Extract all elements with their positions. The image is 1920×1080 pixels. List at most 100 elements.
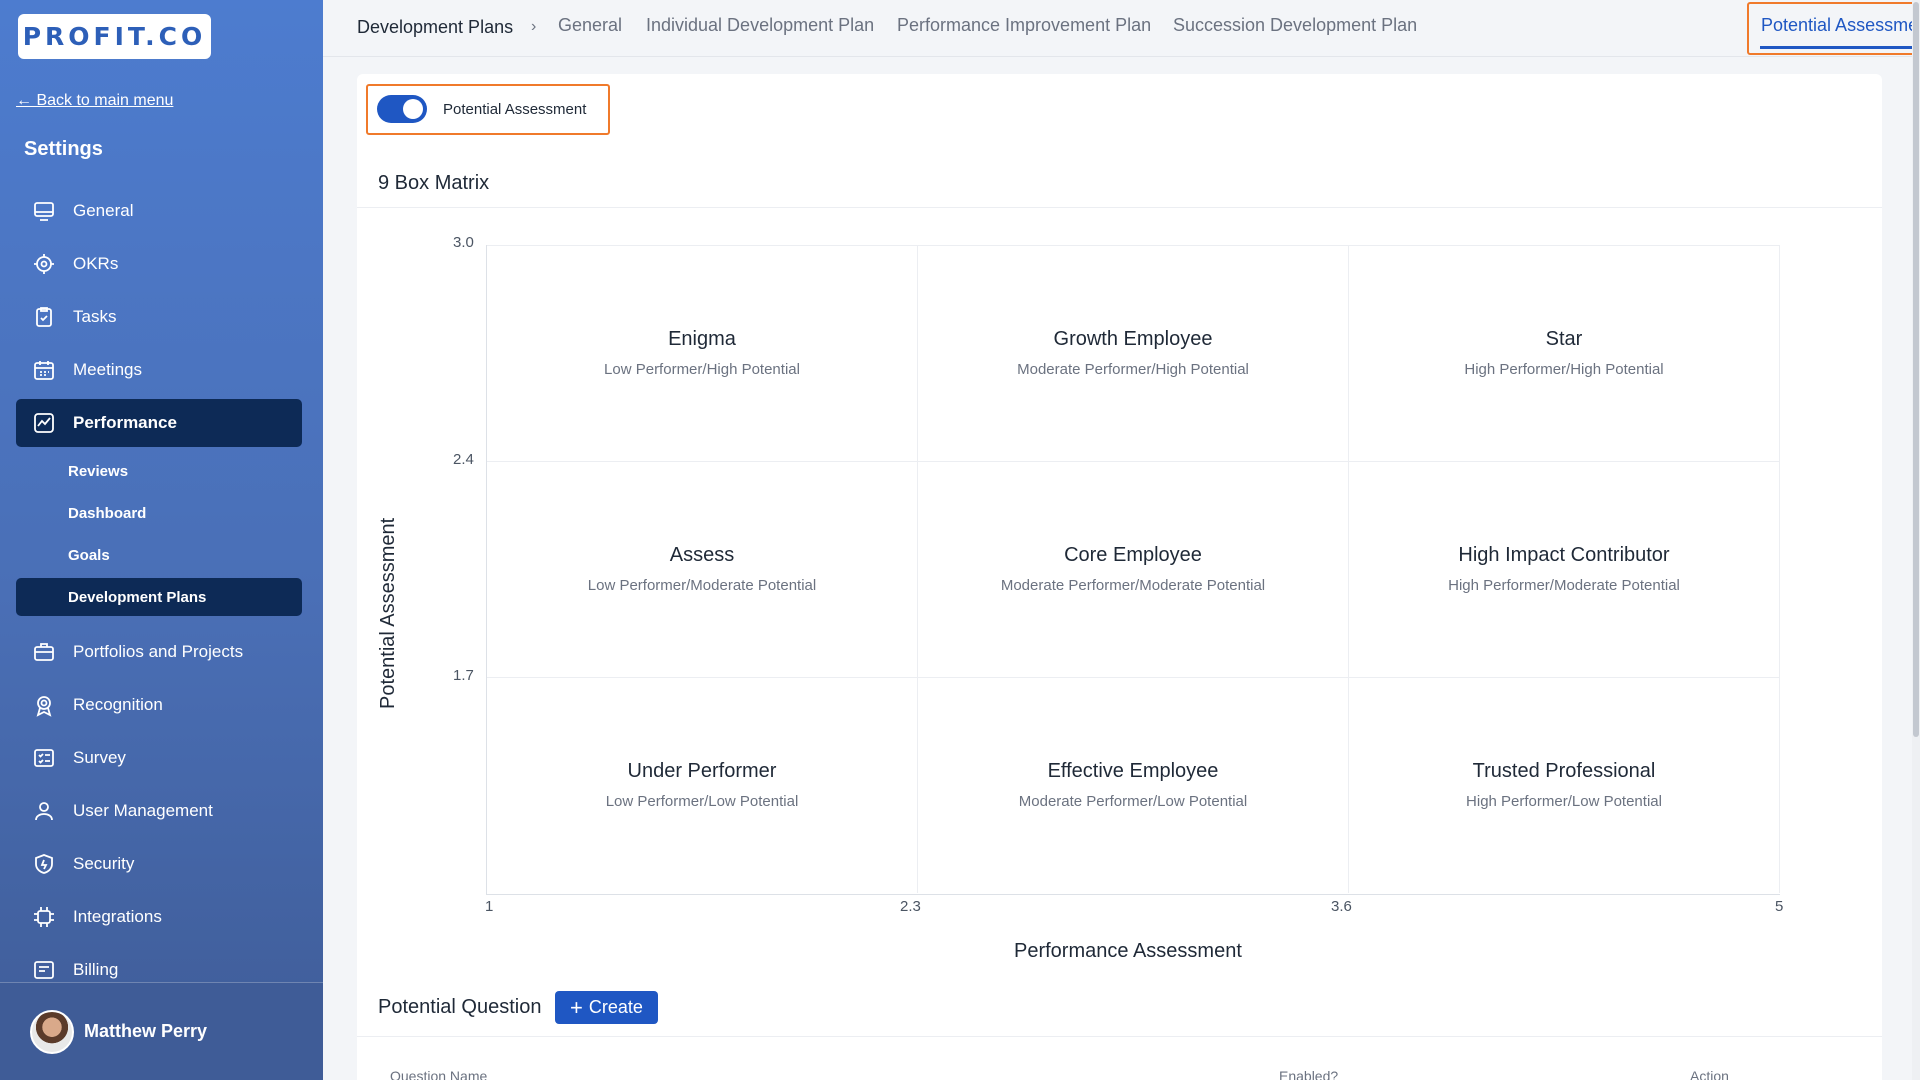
nine-box-matrix: Enigma Low Performer/High Potential Grow… (486, 245, 1780, 895)
create-button-label: Create (588, 997, 643, 1017)
clipboard-check-icon (32, 305, 56, 329)
sidebar-item-recognition[interactable]: Recognition (16, 681, 302, 729)
scrollbar-thumb[interactable] (1913, 2, 1919, 737)
user-profile-bar[interactable]: Matthew Perry (0, 982, 323, 1080)
nav-gap (16, 620, 302, 628)
x-tick: 3.6 (1331, 898, 1352, 915)
page-scrollbar[interactable] (1912, 0, 1920, 1080)
breadcrumb[interactable]: Development Plans (357, 17, 513, 38)
cell-title: Trusted Professional (1472, 760, 1656, 782)
y-tick: 3.0 (453, 234, 474, 251)
active-tab-underline (1760, 46, 1920, 49)
sidebar-item-label: Performance (73, 413, 177, 432)
sidebar-subitem-development-plans[interactable]: Development Plans (16, 578, 302, 616)
y-tick: 2.4 (453, 451, 474, 468)
tab-succession-development-plan[interactable]: Succession Development Plan (1173, 15, 1417, 36)
sidebar-item-label: Tasks (73, 307, 117, 326)
matrix-cell-trusted-professional[interactable]: Trusted Professional High Performer/Low … (1349, 677, 1780, 893)
cell-subtitle: Low Performer/High Potential (604, 361, 800, 378)
sidebar-item-label: Billing (73, 960, 119, 979)
cell-title: Under Performer (627, 760, 777, 782)
x-axis-label: Performance Assessment (1014, 940, 1242, 962)
sidebar-item-label: Meetings (73, 360, 142, 379)
sidebar-item-okrs[interactable]: OKRs (16, 240, 302, 288)
column-header-action[interactable]: Action (1690, 1068, 1729, 1080)
toggle-label: Potential Assessment (443, 101, 587, 118)
x-tick: 2.3 (900, 898, 921, 915)
sidebar-item-label: Survey (73, 748, 126, 767)
sidebar-item-label: Integrations (73, 907, 162, 926)
cell-title: Star (1545, 328, 1583, 350)
monitor-icon (32, 199, 56, 223)
chart-line-icon (32, 411, 56, 435)
matrix-cell-enigma[interactable]: Enigma Low Performer/High Potential (487, 245, 918, 461)
sidebar-item-user-management[interactable]: User Management (16, 787, 302, 835)
sidebar-item-meetings[interactable]: Meetings (16, 346, 302, 394)
sidebar-item-general[interactable]: General (16, 187, 302, 235)
cell-title: High Impact Contributor (1458, 544, 1670, 566)
cell-title: Core Employee (1064, 544, 1202, 566)
briefcase-icon (32, 640, 56, 664)
column-header-enabled[interactable]: Enabled? (1279, 1068, 1338, 1080)
user-name: Matthew Perry (84, 1021, 208, 1041)
potential-assessment-toggle[interactable] (377, 95, 427, 123)
user-icon (32, 799, 56, 823)
badge-icon (32, 693, 56, 717)
sidebar-item-tasks[interactable]: Tasks (16, 293, 302, 341)
cell-subtitle: Moderate Performer/Moderate Potential (1000, 577, 1266, 594)
potential-assessment-card: Potential Assessment 9 Box Matrix 3.0 2.… (357, 74, 1882, 1080)
cell-subtitle: Low Performer/Low Potential (605, 793, 799, 810)
breadcrumb-chevron-icon: › (531, 18, 537, 35)
cell-title: Growth Employee (1053, 328, 1213, 350)
matrix-cell-star[interactable]: Star High Performer/High Potential (1349, 245, 1780, 461)
plus-icon: + (570, 994, 583, 1020)
section-divider (357, 1036, 1882, 1037)
sidebar-item-survey[interactable]: Survey (16, 734, 302, 782)
sidebar-subitem-dashboard[interactable]: Dashboard (16, 494, 302, 532)
sidebar-item-portfolios-and-projects[interactable]: Portfolios and Projects (16, 628, 302, 676)
tab-performance-improvement-plan[interactable]: Performance Improvement Plan (897, 15, 1151, 36)
matrix-cell-effective-employee[interactable]: Effective Employee Moderate Performer/Lo… (918, 677, 1349, 893)
survey-icon (32, 746, 56, 770)
profit-co-logo: PROFIT.CO (18, 14, 211, 59)
sidebar-item-security[interactable]: Security (16, 840, 302, 888)
sidebar-subitem-goals[interactable]: Goals (16, 536, 302, 574)
sidebar-item-label: OKRs (73, 254, 119, 273)
sidebar-item-performance[interactable]: Performance (16, 399, 302, 447)
tab-general[interactable]: General (558, 15, 622, 36)
sidebar: PROFIT.CO ← Back to main menu Settings G… (0, 0, 323, 1080)
cell-subtitle: Moderate Performer/High Potential (1017, 361, 1249, 378)
sidebar-subitem-reviews[interactable]: Reviews (16, 452, 302, 490)
matrix-cell-core-employee[interactable]: Core Employee Moderate Performer/Moderat… (918, 461, 1349, 677)
matrix-cell-high-impact-contributor[interactable]: High Impact Contributor High Performer/M… (1349, 461, 1780, 677)
settings-title: Settings (24, 138, 103, 160)
cell-subtitle: High Performer/Moderate Potential (1448, 577, 1680, 594)
y-axis-label: Potential Assessment (377, 517, 399, 709)
back-to-main-menu-link[interactable]: ← Back to main menu (16, 92, 173, 110)
matrix-cell-assess[interactable]: Assess Low Performer/Moderate Potential (487, 461, 918, 677)
matrix-title: 9 Box Matrix (378, 172, 490, 194)
cell-subtitle: Moderate Performer/Low Potential (1018, 793, 1248, 810)
settings-nav: General OKRs Tasks Meetings Performance (16, 187, 302, 999)
sidebar-item-integrations[interactable]: Integrations (16, 893, 302, 941)
billing-icon (32, 958, 56, 982)
sidebar-item-label: Security (73, 854, 135, 873)
sidebar-item-label: Recognition (73, 695, 163, 714)
tab-individual-development-plan[interactable]: Individual Development Plan (646, 15, 874, 36)
cell-subtitle: Low Performer/Moderate Potential (587, 577, 817, 594)
tab-potential-assessment[interactable]: Potential Assessment (1761, 15, 1920, 36)
x-tick: 1 (485, 898, 494, 915)
shield-icon (32, 852, 56, 876)
matrix-cell-growth-employee[interactable]: Growth Employee Moderate Performer/High … (918, 245, 1349, 461)
cell-subtitle: High Performer/Low Potential (1466, 793, 1662, 810)
chip-icon (32, 905, 56, 929)
column-header-question-name[interactable]: Question Name (390, 1068, 487, 1080)
create-question-button[interactable]: + Create (555, 991, 658, 1024)
cell-subtitle: High Performer/High Potential (1464, 361, 1664, 378)
cell-title: Enigma (668, 328, 736, 350)
sidebar-item-label: Portfolios and Projects (73, 642, 244, 661)
cell-title: Effective Employee (1047, 760, 1219, 782)
section-divider (357, 207, 1882, 208)
sidebar-item-label: User Management (73, 801, 213, 820)
matrix-cell-under-performer[interactable]: Under Performer Low Performer/Low Potent… (487, 677, 918, 893)
